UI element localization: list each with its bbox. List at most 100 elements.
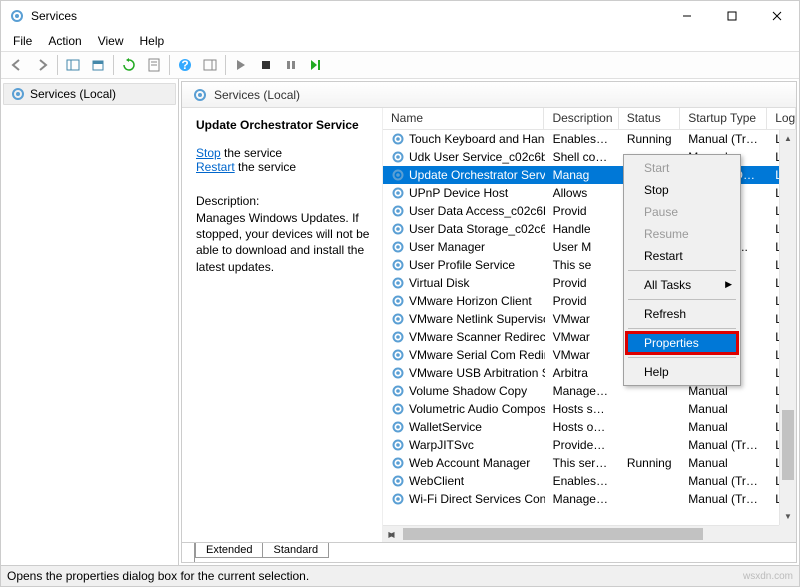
service-row[interactable]: WarpJITSvc Provides a JI... Manual (Trigg.… (383, 436, 796, 454)
service-name: Volumetric Audio Composit... (409, 402, 545, 416)
close-button[interactable] (754, 1, 799, 31)
menu-action[interactable]: Action (40, 32, 89, 50)
scroll-thumb-h[interactable] (403, 528, 703, 540)
service-startup-type: Manual (680, 384, 767, 398)
menu-refresh[interactable]: Refresh (626, 303, 738, 325)
gear-icon (391, 384, 405, 398)
tree-root-services-local[interactable]: Services (Local) (3, 83, 176, 105)
service-name: VMware Horizon Client (409, 294, 532, 308)
service-row[interactable]: Web Account ManagerThis service i...Runn… (383, 454, 796, 472)
app-icon (9, 8, 25, 24)
service-name: WarpJITSvc (409, 438, 474, 452)
service-description: This service i... (545, 456, 619, 470)
service-name: User Manager (409, 240, 485, 254)
service-description: Provides a JI... (545, 438, 619, 452)
forward-button[interactable] (30, 53, 54, 77)
menu-file[interactable]: File (5, 32, 40, 50)
service-name: UPnP Device Host (409, 186, 508, 200)
column-header-startup[interactable]: Startup Type (680, 108, 767, 129)
submenu-arrow-icon: ▶ (725, 279, 732, 290)
back-button[interactable] (5, 53, 29, 77)
service-description: Manages ... (545, 384, 619, 398)
minimize-button[interactable] (664, 1, 709, 31)
service-status: Running (619, 132, 680, 146)
scroll-thumb[interactable] (782, 410, 794, 480)
restart-service-link[interactable]: Restart (196, 160, 235, 174)
maximize-button[interactable] (709, 1, 754, 31)
gear-icon (391, 276, 405, 290)
service-row[interactable]: WalletServiceHosts object...ManualLoc (383, 418, 796, 436)
show-hide-tree-button[interactable] (61, 53, 85, 77)
service-name: User Data Storage_c02c6b (409, 222, 545, 236)
service-description: Arbitra (545, 366, 619, 380)
service-name: User Data Access_c02c6b (409, 204, 545, 218)
scroll-down-arrow[interactable]: ▼ (780, 508, 796, 525)
console-tree[interactable]: Services (Local) (1, 79, 179, 565)
column-header-status[interactable]: Status (619, 108, 681, 129)
service-description: Provid (545, 204, 619, 218)
properties-toolbar-button[interactable] (142, 53, 166, 77)
context-menu: Start Stop Pause Resume Restart All Task… (623, 154, 741, 386)
service-name: Virtual Disk (409, 276, 469, 290)
service-startup-type: Manual (Trigg... (680, 492, 767, 506)
service-row[interactable]: Volumetric Audio Composit...Hosts spatia… (383, 400, 796, 418)
toolbar: ? (1, 51, 799, 79)
refresh-button[interactable] (117, 53, 141, 77)
service-name: Udk User Service_c02c6b (409, 150, 545, 164)
services-list[interactable]: Name Description Status Startup Type Log… (382, 108, 796, 542)
start-service-button[interactable] (229, 53, 253, 77)
column-header-description[interactable]: Description (544, 108, 618, 129)
help-toolbar-button[interactable]: ? (173, 53, 197, 77)
column-header-logon[interactable]: Log (767, 108, 796, 129)
restart-service-button[interactable] (304, 53, 328, 77)
service-row[interactable]: Wi-Fi Direct Services Connec...Manages c… (383, 490, 796, 508)
gear-icon (391, 474, 405, 488)
pause-service-button[interactable] (279, 53, 303, 77)
column-header-name[interactable]: Name (383, 108, 544, 129)
service-name: WebClient (409, 474, 464, 488)
service-description: Manages co... (545, 492, 619, 506)
vertical-scrollbar[interactable]: ▲ ▼ (779, 130, 796, 525)
service-name: Update Orchestrator Service (409, 168, 545, 182)
watermark: wsxdn.com (743, 571, 793, 582)
menu-view[interactable]: View (90, 32, 132, 50)
gear-icon (391, 492, 405, 506)
export-button[interactable] (86, 53, 110, 77)
menu-resume: Resume (626, 223, 738, 245)
service-row[interactable]: Touch Keyboard and Handw...Enables Tou..… (383, 130, 796, 148)
service-startup-type: Manual (Trigg... (680, 438, 767, 452)
tree-root-label: Services (Local) (30, 87, 116, 101)
horizontal-scrollbar[interactable]: ◀ ▶ (383, 525, 779, 542)
gear-icon (391, 402, 405, 416)
menu-help[interactable]: Help (132, 32, 173, 50)
gear-icon (391, 186, 405, 200)
tab-standard[interactable]: Standard (262, 543, 329, 558)
service-startup-type: Manual (680, 456, 767, 470)
menu-stop[interactable]: Stop (626, 179, 738, 201)
gear-icon (391, 150, 405, 164)
action-pane-button[interactable] (198, 53, 222, 77)
service-name: User Profile Service (409, 258, 515, 272)
menu-restart[interactable]: Restart (626, 245, 738, 267)
service-description: Enables Win... (545, 474, 619, 488)
service-startup-type: Manual (680, 420, 767, 434)
menu-help[interactable]: Help (626, 361, 738, 383)
menubar: File Action View Help (1, 31, 799, 51)
stop-service-link[interactable]: Stop (196, 146, 221, 160)
scroll-up-arrow[interactable]: ▲ (780, 130, 796, 147)
gear-icon (391, 348, 405, 362)
statusbar-text: Opens the properties dialog box for the … (7, 569, 309, 583)
stop-service-button[interactable] (254, 53, 278, 77)
menu-properties[interactable]: Properties (625, 331, 739, 355)
service-startup-type: Manual (Trigg... (680, 474, 767, 488)
service-description: User M (545, 240, 619, 254)
panel-title: Services (Local) (214, 88, 300, 102)
scroll-right-arrow[interactable]: ▶ (383, 526, 400, 542)
service-description: Provid (545, 276, 619, 290)
service-row[interactable]: WebClientEnables Win...Manual (Trigg...L… (383, 472, 796, 490)
gear-icon (391, 240, 405, 254)
tab-extended[interactable]: Extended (195, 543, 263, 558)
service-description: VMwar (545, 348, 619, 362)
service-description: This se (545, 258, 619, 272)
menu-all-tasks[interactable]: All Tasks▶ (626, 274, 738, 296)
